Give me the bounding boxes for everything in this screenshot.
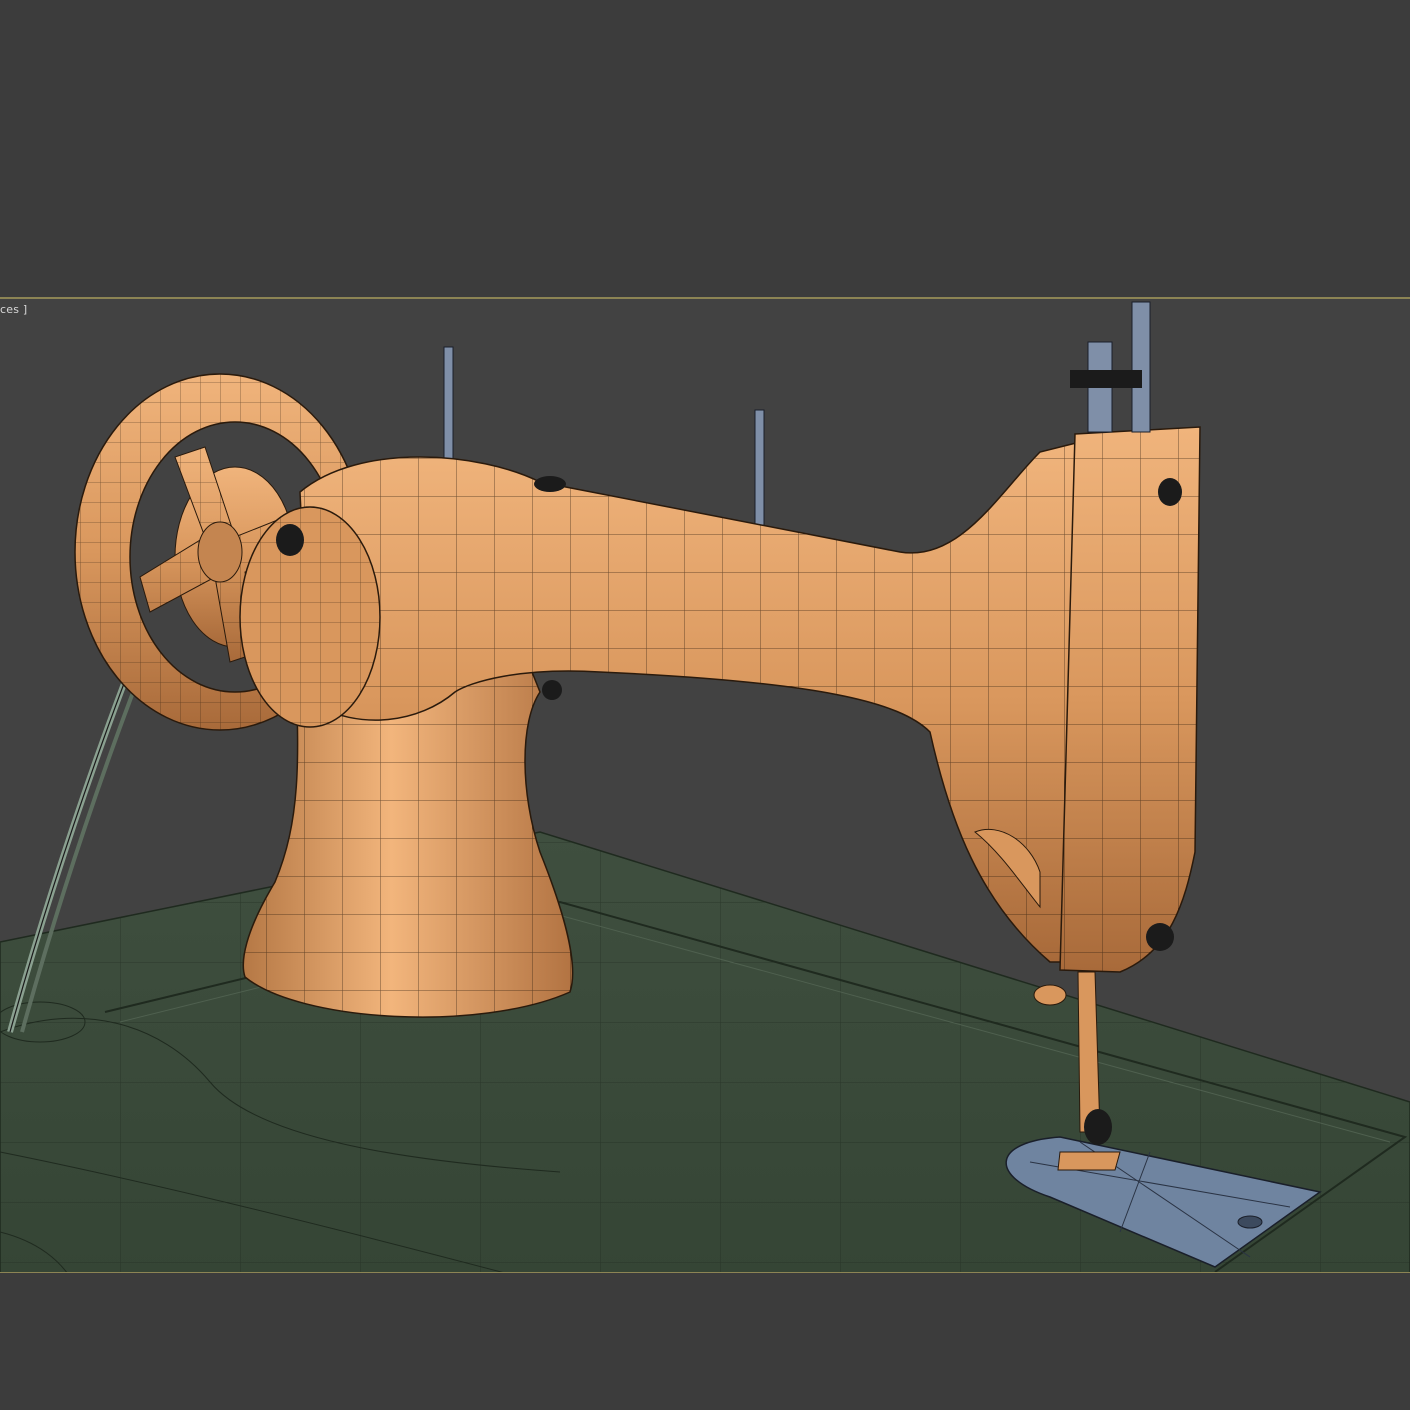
scene-render [0, 301, 1410, 1272]
3d-viewport[interactable]: ces ] [0, 297, 1410, 1274]
top-background [0, 0, 1410, 298]
bottom-background [0, 1273, 1410, 1410]
